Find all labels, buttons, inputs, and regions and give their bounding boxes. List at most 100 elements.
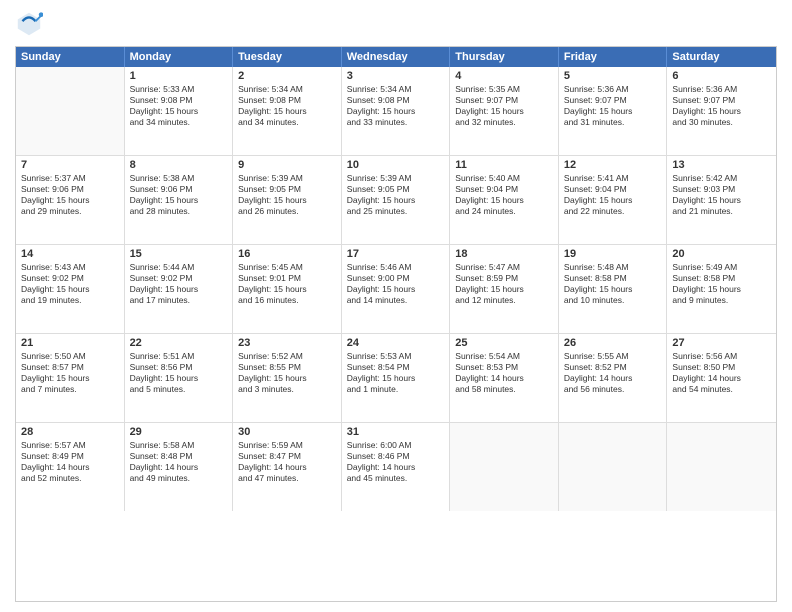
cell-info-line: Daylight: 15 hours <box>238 284 336 295</box>
cell-info-line: and 14 minutes. <box>347 295 445 306</box>
cell-info-line: Daylight: 15 hours <box>347 284 445 295</box>
day-number: 31 <box>347 426 445 438</box>
calendar-cell: 18Sunrise: 5:47 AMSunset: 8:59 PMDayligh… <box>450 245 559 333</box>
calendar-cell: 17Sunrise: 5:46 AMSunset: 9:00 PMDayligh… <box>342 245 451 333</box>
cell-info-line: Sunset: 8:57 PM <box>21 362 119 373</box>
cell-info-line: Sunrise: 5:59 AM <box>238 440 336 451</box>
calendar-cell: 23 Sunrise: 5:52 AMSunset: 8:55 PMDayligh… <box>233 334 342 422</box>
cell-info-line: Sunset: 8:49 PM <box>21 451 119 462</box>
calendar-week-5: 28Sunrise: 5:57 AMSunset: 8:49 PMDayligh… <box>16 423 776 511</box>
calendar-cell: 6Sunrise: 5:36 AMSunset: 9:07 PMDaylight… <box>667 67 776 155</box>
calendar-week-3: 14Sunrise: 5:43 AMSunset: 9:02 PMDayligh… <box>16 245 776 334</box>
day-number: 29 <box>130 426 228 438</box>
day-number: 12 <box>564 159 662 171</box>
cell-info-line: and 9 minutes. <box>672 295 771 306</box>
cell-info-line: Sunrise: 5:49 AM <box>672 262 771 273</box>
calendar: SundayMondayTuesdayWednesdayThursdayFrid… <box>15 46 777 602</box>
cell-info-line: Sunrise: 5:55 AM <box>564 351 662 362</box>
day-number: 5 <box>564 70 662 82</box>
cell-info-line: Daylight: 15 hours <box>130 106 228 117</box>
cell-info-line: and 45 minutes. <box>347 473 445 484</box>
cell-info-line: Sunrise: 5:39 AM <box>347 173 445 184</box>
calendar-cell: 27Sunrise: 5:56 AMSunset: 8:50 PMDayligh… <box>667 334 776 422</box>
calendar-cell <box>559 423 668 511</box>
cell-info-line: Daylight: 15 hours <box>564 284 662 295</box>
cell-info-line: and 49 minutes. <box>130 473 228 484</box>
cell-info-line: Sunset: 8:47 PM <box>238 451 336 462</box>
cell-info-line: Daylight: 15 hours <box>238 106 336 117</box>
header-day-monday: Monday <box>125 47 234 67</box>
cell-info-line: Sunset: 8:58 PM <box>564 273 662 284</box>
cell-info-line: Daylight: 15 hours <box>238 373 336 384</box>
calendar-cell: 4Sunrise: 5:35 AMSunset: 9:07 PMDaylight… <box>450 67 559 155</box>
cell-info-line: and 24 minutes. <box>455 206 553 217</box>
cell-info-line: Sunset: 9:03 PM <box>672 184 771 195</box>
header-day-saturday: Saturday <box>667 47 776 67</box>
cell-info-line: Sunset: 8:54 PM <box>347 362 445 373</box>
calendar-cell: 28Sunrise: 5:57 AMSunset: 8:49 PMDayligh… <box>16 423 125 511</box>
cell-info-line: Daylight: 15 hours <box>455 195 553 206</box>
calendar-cell: 26Sunrise: 5:55 AMSunset: 8:52 PMDayligh… <box>559 334 668 422</box>
day-number: 30 <box>238 426 336 438</box>
cell-info-line: Sunset: 9:08 PM <box>347 95 445 106</box>
day-number: 16 <box>238 248 336 260</box>
cell-info-line: Sunrise: 5:52 AM <box>238 351 336 362</box>
day-number: 19 <box>564 248 662 260</box>
cell-info-line: Daylight: 15 hours <box>672 284 771 295</box>
day-number: 10 <box>347 159 445 171</box>
cell-info-line: Sunrise: 5:48 AM <box>564 262 662 273</box>
calendar-week-4: 21Sunrise: 5:50 AMSunset: 8:57 PMDayligh… <box>16 334 776 423</box>
cell-info-line: Sunset: 8:53 PM <box>455 362 553 373</box>
cell-info-line: Sunset: 8:46 PM <box>347 451 445 462</box>
cell-info-line: Sunrise: 5:43 AM <box>21 262 119 273</box>
header-day-sunday: Sunday <box>16 47 125 67</box>
day-number: 23 <box>238 337 336 349</box>
cell-info-line: Sunset: 8:55 PM <box>238 362 336 373</box>
calendar-cell: 8Sunrise: 5:38 AMSunset: 9:06 PMDaylight… <box>125 156 234 244</box>
cell-info-line: Sunrise: 5:58 AM <box>130 440 228 451</box>
calendar-cell <box>450 423 559 511</box>
cell-info-line: and 10 minutes. <box>564 295 662 306</box>
cell-info-line: and 56 minutes. <box>564 384 662 395</box>
day-number: 15 <box>130 248 228 260</box>
cell-info-line: Daylight: 15 hours <box>130 373 228 384</box>
cell-info-line: Sunrise: 5:47 AM <box>455 262 553 273</box>
calendar-cell: 20Sunrise: 5:49 AMSunset: 8:58 PMDayligh… <box>667 245 776 333</box>
cell-info-line: and 3 minutes. <box>238 384 336 395</box>
cell-info-line: Sunset: 9:00 PM <box>347 273 445 284</box>
calendar-cell: 10Sunrise: 5:39 AMSunset: 9:05 PMDayligh… <box>342 156 451 244</box>
header-day-thursday: Thursday <box>450 47 559 67</box>
calendar-cell: 29Sunrise: 5:58 AMSunset: 8:48 PMDayligh… <box>125 423 234 511</box>
day-number: 7 <box>21 159 119 171</box>
cell-info-line: Sunset: 8:50 PM <box>672 362 771 373</box>
cell-info-line: Sunrise: 5:33 AM <box>130 84 228 95</box>
calendar-body: 1Sunrise: 5:33 AMSunset: 9:08 PMDaylight… <box>16 67 776 511</box>
header <box>15 10 777 38</box>
header-day-friday: Friday <box>559 47 668 67</box>
cell-info-line: Sunset: 9:07 PM <box>455 95 553 106</box>
cell-info-line: Daylight: 15 hours <box>347 106 445 117</box>
calendar-cell: 14Sunrise: 5:43 AMSunset: 9:02 PMDayligh… <box>16 245 125 333</box>
cell-info-line: Daylight: 15 hours <box>130 284 228 295</box>
cell-info-line: and 25 minutes. <box>347 206 445 217</box>
cell-info-line: Sunset: 9:06 PM <box>21 184 119 195</box>
cell-info-line: and 22 minutes. <box>564 206 662 217</box>
calendar-cell: 31Sunrise: 6:00 AMSunset: 8:46 PMDayligh… <box>342 423 451 511</box>
cell-info-line: and 16 minutes. <box>238 295 336 306</box>
calendar-cell: 5Sunrise: 5:36 AMSunset: 9:07 PMDaylight… <box>559 67 668 155</box>
cell-info-line: and 7 minutes. <box>21 384 119 395</box>
day-number: 6 <box>672 70 771 82</box>
cell-info-line: Sunrise: 5:56 AM <box>672 351 771 362</box>
cell-info-line: Sunrise: 5:41 AM <box>564 173 662 184</box>
cell-info-line: Daylight: 15 hours <box>455 106 553 117</box>
calendar-cell: 15Sunrise: 5:44 AMSunset: 9:02 PMDayligh… <box>125 245 234 333</box>
cell-info-line: Daylight: 15 hours <box>21 195 119 206</box>
cell-info-line: and 5 minutes. <box>130 384 228 395</box>
page: SundayMondayTuesdayWednesdayThursdayFrid… <box>0 0 792 612</box>
cell-info-line: Daylight: 15 hours <box>347 195 445 206</box>
cell-info-line: Daylight: 14 hours <box>347 462 445 473</box>
cell-info-line: and 31 minutes. <box>564 117 662 128</box>
cell-info-line: Sunset: 9:06 PM <box>130 184 228 195</box>
header-day-tuesday: Tuesday <box>233 47 342 67</box>
day-number: 1 <box>130 70 228 82</box>
